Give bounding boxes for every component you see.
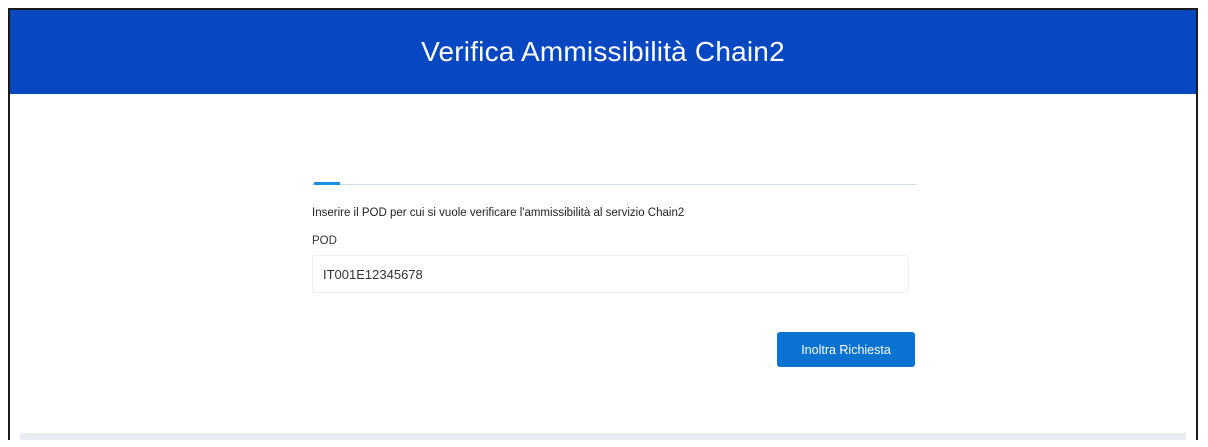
bottom-divider <box>20 433 1186 440</box>
submit-request-button[interactable]: Inoltra Richiesta <box>777 332 915 367</box>
active-tab-indicator <box>314 182 340 185</box>
page-header: Verifica Ammissibilità Chain2 <box>10 10 1196 94</box>
instruction-text: Inserire il POD per cui si vuole verific… <box>312 207 685 219</box>
page-title: Verifica Ammissibilità Chain2 <box>421 36 785 67</box>
app-window: Verifica Ammissibilità Chain2 Inserire i… <box>8 8 1198 440</box>
pod-input[interactable] <box>312 255 909 293</box>
form-container: Inserire il POD per cui si vuole verific… <box>312 170 917 293</box>
pod-label: POD <box>312 235 337 247</box>
tab-strip <box>312 170 917 185</box>
